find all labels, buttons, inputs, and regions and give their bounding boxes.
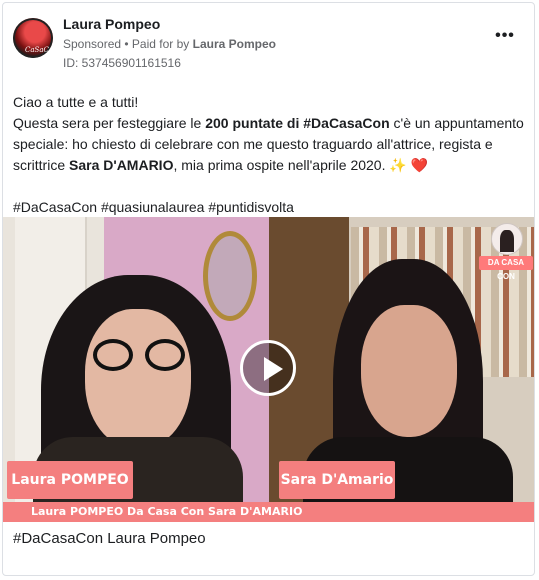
greeting-text: Ciao a tutte e a tutti! bbox=[13, 94, 139, 110]
hashtags-text[interactable]: #DaCasaCon #quasiunalaurea #puntidisvolt… bbox=[13, 197, 528, 218]
page-avatar[interactable]: CaSaCon bbox=[13, 18, 53, 58]
host-name-tag: Laura POMPEO bbox=[7, 461, 133, 499]
message-bold-b: Sara D'AMARIO bbox=[69, 157, 174, 173]
message-paragraph: Questa sera per festeggiare le 200 punta… bbox=[13, 113, 528, 176]
show-logo-avatar bbox=[491, 223, 523, 255]
sparkles-icon: ✨ bbox=[389, 157, 407, 173]
video-thumbnail[interactable]: DA CASA CON Laura POMPEO Sara D'Amario L… bbox=[3, 217, 534, 522]
avatar-tag: CaSaCon bbox=[25, 46, 53, 54]
page-name-link[interactable]: Laura Pompeo bbox=[63, 16, 160, 32]
sponsored-label: Sponsored bbox=[63, 37, 122, 51]
message-text-c: , mia prima ospite nell'aprile 2020. bbox=[173, 157, 390, 173]
paid-for-prefix: • Paid for by bbox=[121, 37, 193, 51]
guest-name-tag: Sara D'Amario bbox=[279, 461, 395, 499]
sponsored-line: Sponsored • Paid for by Laura Pompeo bbox=[63, 37, 276, 51]
host-face bbox=[85, 309, 191, 449]
ad-card: CaSaCon Laura Pompeo Sponsored • Paid fo… bbox=[2, 2, 535, 576]
video-link-title[interactable]: #DaCasaCon Laura Pompeo bbox=[13, 530, 206, 547]
message-text-a: Questa sera per festeggiare le bbox=[13, 115, 206, 131]
ad-id: ID: 537456901161516 bbox=[63, 56, 181, 70]
mirror-decor bbox=[203, 231, 257, 321]
paid-for-name: Laura Pompeo bbox=[192, 37, 276, 51]
show-logo-label: DA CASA CON bbox=[479, 256, 533, 281]
message-bold-a: 200 puntate di #DaCasaCon bbox=[205, 115, 390, 131]
video-caption-bar: Laura POMPEO Da Casa Con Sara D'AMARIO bbox=[3, 502, 534, 522]
play-icon[interactable] bbox=[240, 340, 296, 396]
more-options-button[interactable]: ••• bbox=[493, 28, 517, 47]
guest-face bbox=[361, 305, 457, 437]
show-logo: DA CASA CON bbox=[479, 223, 533, 281]
heart-icon: ❤️ bbox=[410, 157, 429, 173]
glasses-decor bbox=[91, 339, 187, 373]
post-message: Ciao a tutte e a tutti! Questa sera per … bbox=[13, 92, 528, 218]
